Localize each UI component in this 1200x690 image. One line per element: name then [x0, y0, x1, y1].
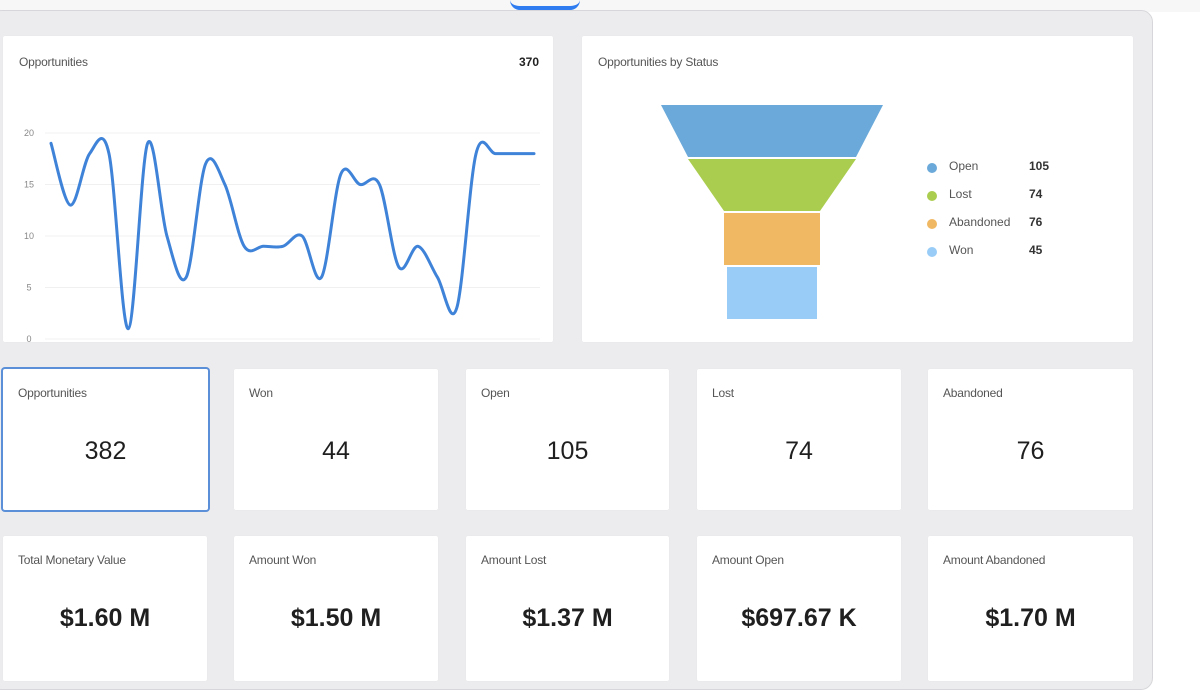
amount-card-open[interactable]: Amount Open $697.67 K	[697, 536, 901, 681]
amount-card-total[interactable]: Total Monetary Value $1.60 M	[3, 536, 207, 681]
stat-card-lost[interactable]: Lost 74	[697, 369, 901, 510]
stat-card-value: 76	[1016, 437, 1045, 465]
amount-card-label: Amount Lost	[481, 553, 547, 567]
stat-card-opportunities[interactable]: Opportunities 382	[3, 369, 208, 510]
y-tick-label: 15	[24, 180, 34, 190]
y-tick-label: 0	[26, 334, 31, 342]
opportunities-series-line	[49, 137, 536, 331]
funnel-stage-won[interactable]	[727, 267, 817, 319]
stat-card-label: Won	[249, 386, 273, 400]
stat-card-label: Open	[481, 386, 510, 400]
legend-label: Open	[949, 159, 979, 173]
amount-card-label: Total Monetary Value	[18, 553, 126, 567]
y-tick-label: 10	[24, 231, 34, 241]
legend-value: 74	[1029, 187, 1043, 201]
stat-card-open[interactable]: Open 105	[466, 369, 669, 510]
status-funnel-chart	[661, 105, 883, 319]
opportunities-line-panel: Opportunities 370 05101520 29 May5 Jun12…	[3, 36, 553, 342]
stat-card-value: 44	[322, 437, 350, 465]
legend-dot-icon	[927, 191, 937, 201]
y-tick-label: 20	[24, 128, 34, 138]
stat-card-label: Lost	[712, 386, 734, 400]
legend-value: 45	[1029, 243, 1043, 257]
legend-dot-icon	[927, 247, 937, 257]
amount-card-value: $1.70 M	[985, 604, 1076, 632]
legend-value: 105	[1029, 159, 1050, 173]
amount-card-label: Amount Open	[712, 553, 784, 567]
amount-card-label: Amount Won	[249, 553, 317, 567]
status-funnel-panel: Opportunities by Status Open 105 Lost 74 Aba…	[582, 36, 1133, 342]
legend-label: Abandoned	[949, 215, 1011, 229]
stat-card-label: Abandoned	[943, 386, 1003, 400]
legend-label: Lost	[949, 187, 972, 201]
stat-card-label: Opportunities	[18, 386, 87, 400]
amount-card-value: $1.37 M	[522, 604, 613, 632]
amount-card-lost[interactable]: Amount Lost $1.37 M	[466, 536, 669, 681]
amount-card-value: $1.50 M	[290, 604, 382, 632]
amount-card-label: Amount Abandoned	[943, 553, 1046, 567]
amount-card-won[interactable]: Amount Won $1.50 M	[234, 536, 438, 681]
legend-value: 76	[1029, 215, 1043, 229]
stat-card-won[interactable]: Won 44	[234, 369, 438, 510]
amount-card-value: $1.60 M	[59, 604, 151, 632]
opportunities-line-chart: 05101520 29 May5 Jun12 Jun19 Jun	[24, 128, 540, 342]
stat-card-value: 74	[785, 437, 813, 465]
funnel-stage-abandoned[interactable]	[724, 213, 820, 265]
legend-dot-icon	[927, 219, 937, 229]
stat-card-value: 382	[84, 437, 127, 465]
legend-dot-icon	[927, 163, 937, 173]
amount-card-abandoned[interactable]: Amount Abandoned $1.70 M	[928, 536, 1133, 681]
stat-card-value: 105	[546, 437, 589, 465]
y-tick-label: 5	[26, 283, 31, 293]
legend-label: Won	[949, 243, 974, 257]
stat-card-abandoned[interactable]: Abandoned 76	[928, 369, 1133, 510]
accent-mark	[510, 0, 580, 10]
amount-card-value: $697.67 K	[741, 604, 857, 632]
funnel-stage-lost[interactable]	[688, 159, 856, 211]
funnel-stage-open[interactable]	[661, 105, 883, 157]
